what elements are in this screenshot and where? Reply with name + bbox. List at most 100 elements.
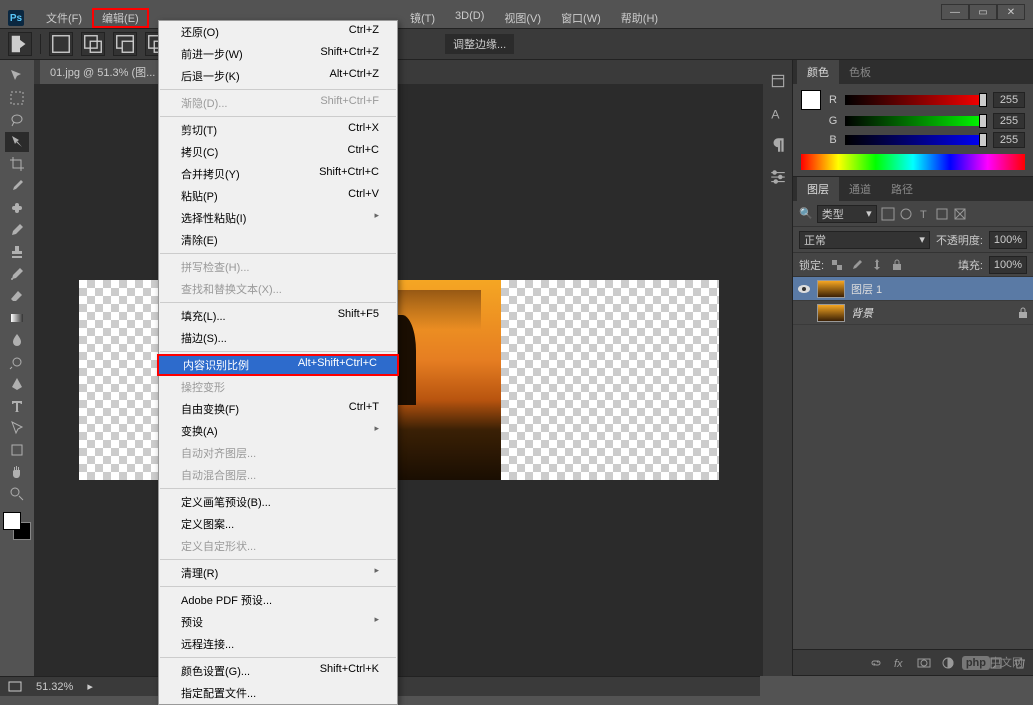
menu-item--C-[interactable]: 拷贝(C)Ctrl+C: [159, 141, 397, 163]
pen-tool[interactable]: [5, 374, 29, 394]
b-value[interactable]: 255: [993, 132, 1025, 148]
menu-item--S-[interactable]: 描边(S)...: [159, 327, 397, 349]
tool-preset-icon[interactable]: [8, 32, 32, 56]
menu-item--[interactable]: 定义图案...: [159, 513, 397, 535]
filter-shape-icon[interactable]: [935, 207, 949, 221]
layer-name[interactable]: 背景: [851, 305, 873, 321]
swatches-tab[interactable]: 色板: [839, 60, 881, 84]
menu-item--A-[interactable]: 变换(A): [159, 420, 397, 442]
menu-item--[interactable]: 指定配置文件...: [159, 682, 397, 704]
color-tab[interactable]: 颜色: [797, 60, 839, 84]
visibility-icon[interactable]: [797, 282, 811, 296]
brush-tool[interactable]: [5, 220, 29, 240]
menu-item--Y-[interactable]: 合并拷贝(Y)Shift+Ctrl+C: [159, 163, 397, 185]
paragraph-icon[interactable]: [769, 136, 787, 154]
lock-pixels-icon[interactable]: [850, 258, 864, 272]
lasso-tool[interactable]: [5, 110, 29, 130]
menu-item--L-[interactable]: 填充(L)...Shift+F5: [159, 305, 397, 327]
menu-item--G-[interactable]: 颜色设置(G)...Shift+Ctrl+K: [159, 660, 397, 682]
refine-edge-button[interactable]: 调整边缘...: [445, 34, 514, 54]
fg-color-swatch[interactable]: [3, 512, 21, 530]
color-spectrum[interactable]: [801, 154, 1025, 170]
menu-window[interactable]: 窗口(W): [551, 8, 611, 28]
r-value[interactable]: 255: [993, 92, 1025, 108]
g-slider[interactable]: [845, 116, 987, 126]
gradient-tool[interactable]: [5, 308, 29, 328]
menu-item--K-[interactable]: 后退一步(K)Alt+Ctrl+Z: [159, 65, 397, 87]
menu-item--[interactable]: 远程连接...: [159, 633, 397, 655]
lock-position-icon[interactable]: [870, 258, 884, 272]
menu-view[interactable]: 视图(V): [494, 8, 551, 28]
shape-tool[interactable]: [5, 440, 29, 460]
blur-tool[interactable]: [5, 330, 29, 350]
zoom-tool[interactable]: [5, 484, 29, 504]
menu-item--[interactable]: 预设: [159, 611, 397, 633]
menu-file[interactable]: 文件(F): [36, 8, 92, 28]
eraser-tool[interactable]: [5, 286, 29, 306]
close-button[interactable]: ✕: [997, 4, 1025, 20]
menu-item--F-[interactable]: 自由变换(F)Ctrl+T: [159, 398, 397, 420]
filter-text-icon[interactable]: T: [917, 207, 931, 221]
menu-item--T-[interactable]: 剪切(T)Ctrl+X: [159, 119, 397, 141]
adjustment-icon[interactable]: [941, 656, 955, 670]
selection-new-icon[interactable]: [49, 32, 73, 56]
g-value[interactable]: 255: [993, 113, 1025, 129]
menu-item--O-[interactable]: 还原(O)Ctrl+Z: [159, 21, 397, 43]
dodge-tool[interactable]: [5, 352, 29, 372]
layers-tab[interactable]: 图层: [797, 177, 839, 201]
marquee-tool[interactable]: [5, 88, 29, 108]
filter-adjust-icon[interactable]: [899, 207, 913, 221]
history-icon[interactable]: [769, 72, 787, 90]
filter-image-icon[interactable]: [881, 207, 895, 221]
menu-item--I-[interactable]: 选择性粘贴(I): [159, 207, 397, 229]
menu-filter[interactable]: 镜(T): [400, 8, 445, 28]
paths-tab[interactable]: 路径: [881, 177, 923, 201]
filter-smart-icon[interactable]: [953, 207, 967, 221]
move-tool[interactable]: [5, 66, 29, 86]
minimize-button[interactable]: —: [941, 4, 969, 20]
filter-type-dropdown[interactable]: 类型▾: [817, 205, 877, 223]
b-slider[interactable]: [845, 135, 987, 145]
menu-item--R-[interactable]: 清理(R): [159, 562, 397, 584]
mask-icon[interactable]: [917, 656, 931, 670]
maximize-button[interactable]: ▭: [969, 4, 997, 20]
document-tab[interactable]: 01.jpg @ 51.3% (图...: [40, 60, 165, 84]
fill-value[interactable]: 100%: [989, 256, 1027, 274]
menu-help[interactable]: 帮助(H): [611, 8, 668, 28]
blend-mode-dropdown[interactable]: 正常▾: [799, 231, 930, 249]
menu-item--[interactable]: 内容识别比例Alt+Shift+Ctrl+C: [157, 354, 399, 376]
menu-item--B-[interactable]: 定义画笔预设(B)...: [159, 491, 397, 513]
path-select-tool[interactable]: [5, 418, 29, 438]
type-tool[interactable]: [5, 396, 29, 416]
eyedropper-tool[interactable]: [5, 176, 29, 196]
panel-color-swatch[interactable]: [801, 90, 821, 110]
menu-item--E-[interactable]: 清除(E): [159, 229, 397, 251]
menu-edit[interactable]: 编辑(E): [92, 8, 149, 28]
channels-tab[interactable]: 通道: [839, 177, 881, 201]
menu-item--P-[interactable]: 粘贴(P)Ctrl+V: [159, 185, 397, 207]
zoom-level[interactable]: 51.32%: [36, 681, 73, 693]
menu-3d[interactable]: 3D(D): [445, 8, 494, 28]
layer-row[interactable]: 图层 1: [793, 277, 1033, 301]
opacity-value[interactable]: 100%: [989, 231, 1027, 249]
fx-icon[interactable]: fx: [893, 656, 907, 670]
character-icon[interactable]: A: [769, 104, 787, 122]
color-swatches[interactable]: [3, 512, 31, 540]
history-brush-tool[interactable]: [5, 264, 29, 284]
layer-name[interactable]: 图层 1: [851, 281, 882, 297]
screen-mode-icon[interactable]: [8, 680, 22, 694]
menu-item--W-[interactable]: 前进一步(W)Shift+Ctrl+Z: [159, 43, 397, 65]
hand-tool[interactable]: [5, 462, 29, 482]
status-arrow-icon[interactable]: ▸: [87, 680, 93, 693]
r-slider[interactable]: [845, 95, 987, 105]
lock-all-icon[interactable]: [890, 258, 904, 272]
crop-tool[interactable]: [5, 154, 29, 174]
properties-icon[interactable]: [769, 168, 787, 186]
stamp-tool[interactable]: [5, 242, 29, 262]
lock-transparent-icon[interactable]: [830, 258, 844, 272]
menu-item-Adobe-PDF-[interactable]: Adobe PDF 预设...: [159, 589, 397, 611]
heal-tool[interactable]: [5, 198, 29, 218]
layer-row[interactable]: 背景: [793, 301, 1033, 325]
selection-subtract-icon[interactable]: [113, 32, 137, 56]
link-icon[interactable]: [869, 656, 883, 670]
